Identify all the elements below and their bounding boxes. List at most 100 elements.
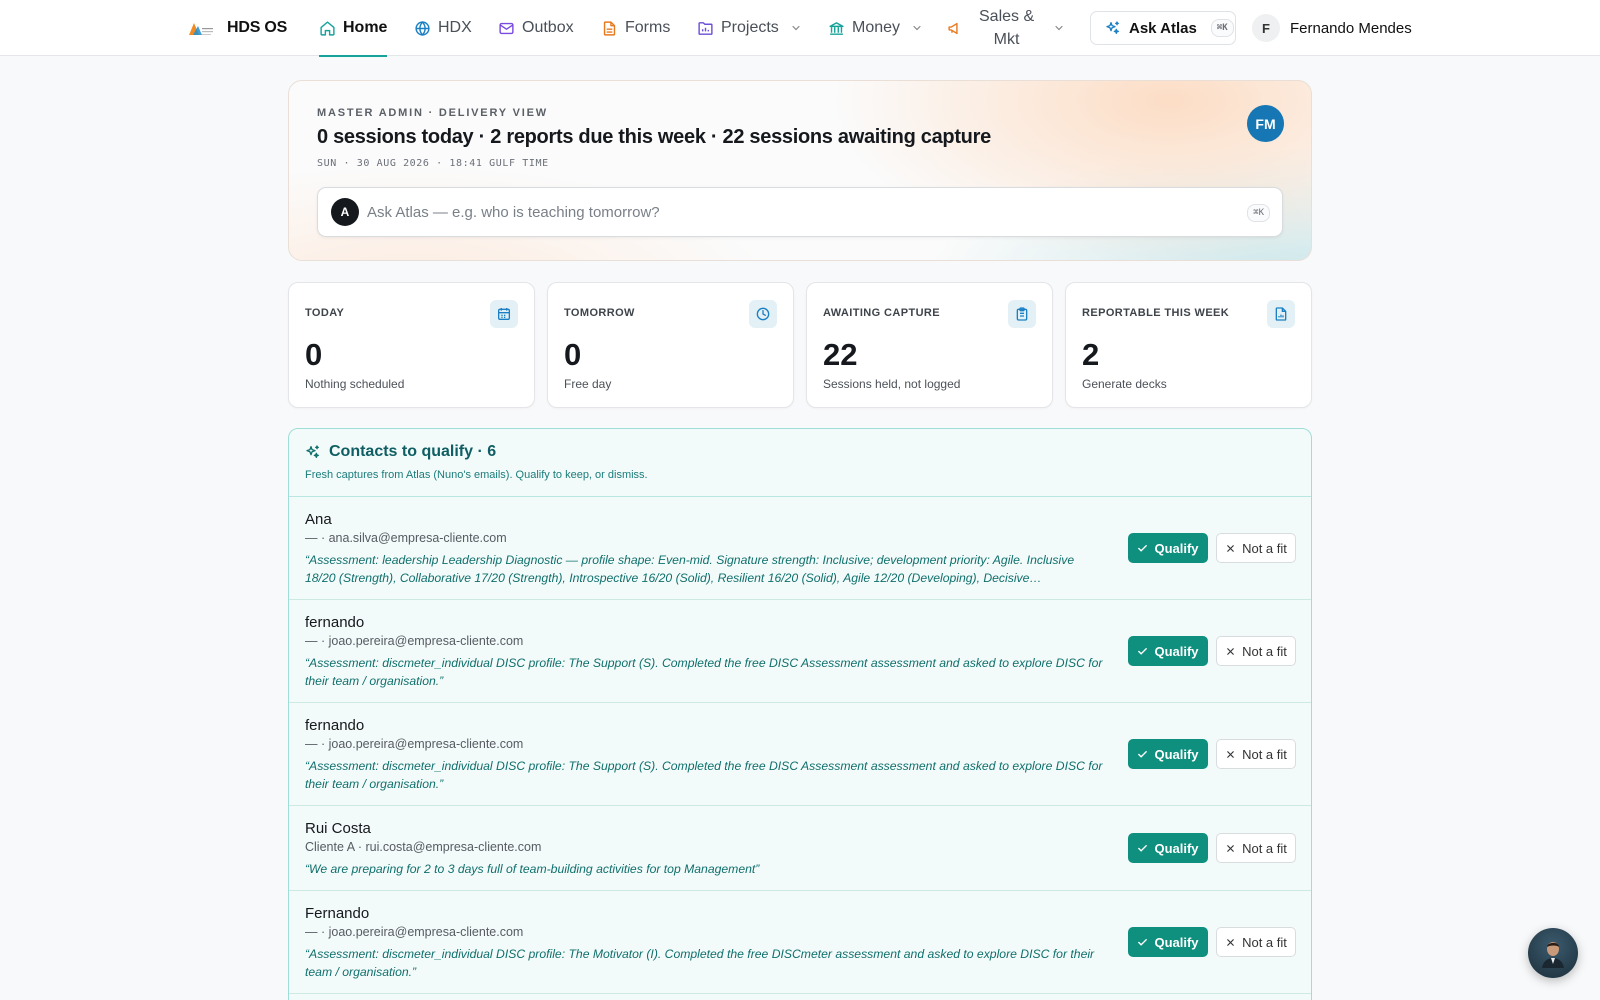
qualify-label: Qualify [1154,934,1199,950]
nav-outbox-label: Outbox [522,19,574,36]
close-icon [1227,844,1234,852]
ask-atlas-button[interactable]: Ask Atlas ⌘K [1090,11,1236,45]
nav-forms-label: Forms [625,19,671,36]
stat-value: 0 [564,337,582,372]
not-a-fit-label: Not a fit [1242,934,1287,950]
avatar: F [1252,14,1280,42]
brand-logo-icon [189,23,213,35]
check-icon [1138,544,1148,552]
contact-quote: “Assessment: discmeter_individual DISC p… [305,759,1103,791]
stat-card-reportable[interactable]: REPORTABLE THIS WEEK 2 Generate decks [1065,282,1312,408]
nav-sales-mkt[interactable]: Sales & Mkt [947,0,1065,56]
nav-money[interactable]: Money [828,0,923,56]
contacts-title-text: Contacts to qualify · 6 [329,443,497,460]
nav-hdx-label: HDX [438,19,472,36]
page-title: 0 sessions today · 2 reports due this we… [317,126,991,148]
nav-sales-mkt-label: Sales & Mkt [979,5,1034,51]
contact-name: Ana [305,511,332,528]
stat-sub: Nothing scheduled [305,377,405,391]
stat-card-tomorrow[interactable]: TOMORROW 0 Free day [547,282,794,408]
sparkles-icon [1106,21,1119,34]
bank-icon [829,21,844,35]
list-item: Ana — · ana.silva@empresa-cliente.com “A… [289,497,1311,600]
stat-card-awaiting-capture[interactable]: AWAITING CAPTURE 22 Sessions held, not l… [806,282,1053,408]
qualify-button[interactable]: Qualify [1128,927,1208,957]
not-a-fit-button[interactable]: Not a fit [1216,833,1296,863]
home-icon [320,20,335,36]
qualify-button[interactable]: Qualify [1128,533,1208,563]
ask-atlas-label: Ask Atlas [1129,19,1197,37]
stat-value: 0 [305,337,323,372]
qualify-button[interactable]: Qualify [1128,636,1208,666]
not-a-fit-button[interactable]: Not a fit [1216,927,1296,957]
not-a-fit-button[interactable]: Not a fit [1216,636,1296,666]
ask-atlas-search[interactable]: A ⌘K [317,187,1283,237]
close-icon [1227,938,1234,946]
nav-outbox[interactable]: Outbox [498,0,574,56]
contact-meta: — · joao.pereira@empresa-cliente.com [305,737,524,751]
not-a-fit-label: Not a fit [1242,540,1287,556]
folder-chart-icon [698,21,713,35]
contact-quote: “Assessment: discmeter_individual DISC p… [305,947,1095,979]
contact-quote: “We are preparing for 2 to 3 days full o… [305,862,760,876]
nav-forms[interactable]: Forms [601,0,670,56]
assistant-avatar-button[interactable] [1528,928,1578,978]
check-icon [1138,647,1148,655]
close-icon [1227,647,1234,655]
ask-atlas-shortcut: ⌘K [1210,19,1234,37]
qualify-label: Qualify [1154,540,1199,556]
nav-money-label: Money [852,19,901,36]
list-item: fernando — · joao.pereira@empresa-client… [289,703,1311,806]
contact-name: Rui Costa [305,820,371,837]
mail-icon [499,22,514,34]
not-a-fit-button[interactable]: Not a fit [1216,533,1296,563]
nav-projects[interactable]: Projects [697,0,802,56]
ask-atlas-input[interactable] [367,203,1207,221]
qualify-button[interactable]: Qualify [1128,833,1208,863]
contacts-subtitle: Fresh captures from Atlas (Nuno's emails… [305,469,648,481]
close-icon [1227,544,1234,552]
check-icon [1138,844,1148,852]
megaphone-icon [948,22,958,34]
list-item: Rui Costa Cliente A · rui.costa@empresa-… [289,806,1311,891]
not-a-fit-label: Not a fit [1242,746,1287,762]
brand[interactable]: HDS OS [187,16,287,40]
stat-sub: Generate decks [1082,377,1167,391]
chevron-down-icon [792,25,800,31]
file-text-icon [603,20,616,36]
hero-panel: MASTER ADMIN · DELIVERY VIEW 0 sessions … [288,80,1312,261]
not-a-fit-label: Not a fit [1242,643,1287,659]
contact-name: Fernando [305,905,370,922]
not-a-fit-label: Not a fit [1242,840,1287,856]
check-icon [1138,938,1148,946]
qualify-button[interactable]: Qualify [1128,739,1208,769]
sparkles-icon [306,445,319,458]
qualify-label: Qualify [1154,840,1199,856]
stat-label: REPORTABLE THIS WEEK [1082,307,1230,319]
nav-hdx[interactable]: HDX [414,0,472,56]
nav-home[interactable]: Home [319,0,388,57]
stat-sub: Free day [564,377,612,391]
clipboard-icon [1008,300,1036,328]
hero-avatar[interactable]: FM [1247,105,1284,142]
list-item: Fernando — · joao.pereira@empresa-client… [289,891,1311,994]
report-file-icon [1267,300,1295,328]
person-avatar-icon [1542,942,1564,968]
stat-card-today[interactable]: TODAY 0 Nothing scheduled [288,282,535,408]
contacts-to-qualify-panel: Contacts to qualify · 6 Fresh captures f… [288,428,1312,1000]
calendar-icon [490,300,518,328]
user-menu[interactable]: F Fernando Mendes [1252,14,1412,42]
nav-home-label: Home [343,19,388,36]
contact-name: fernando [305,717,365,734]
check-icon [1138,750,1148,758]
not-a-fit-button[interactable]: Not a fit [1216,739,1296,769]
chevron-down-icon [1055,25,1063,31]
nav-sales-mkt-line2: Mkt [993,31,1020,48]
clock-icon [749,300,777,328]
hero-eyebrow: MASTER ADMIN · DELIVERY VIEW [317,107,548,119]
stat-label: AWAITING CAPTURE [823,307,941,319]
brand-name: HDS OS [227,19,288,36]
atlas-badge-icon: A [331,198,359,226]
nav-projects-label: Projects [721,19,779,36]
close-icon [1227,750,1234,758]
